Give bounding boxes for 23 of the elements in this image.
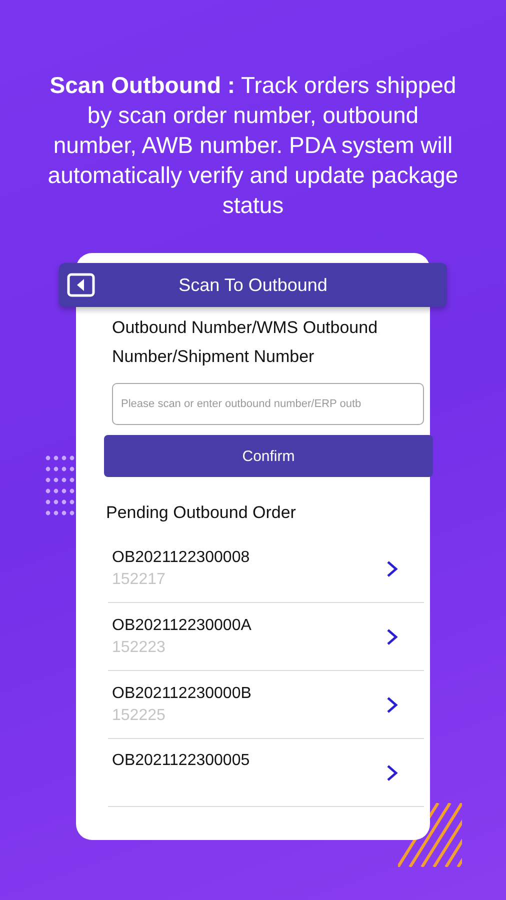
order-row[interactable]: OB2021122300005 xyxy=(108,739,424,807)
confirm-button[interactable]: Confirm xyxy=(104,435,433,477)
chevron-right-icon xyxy=(386,560,398,578)
back-icon[interactable] xyxy=(67,273,95,297)
caption-text: Scan Outbound : Track orders shipped by scan order number, outbound number, AWB number. PDA system will automatically verify and update package status xyxy=(46,71,460,220)
chevron-right-icon xyxy=(386,696,398,714)
chevron-right-icon xyxy=(386,628,398,646)
chevron-right-icon xyxy=(386,764,398,782)
order-number: OB202112230000A xyxy=(112,616,252,634)
screen-title: Scan To Outbound xyxy=(178,274,328,296)
order-row[interactable]: OB202112230000A 152223 xyxy=(108,603,424,671)
field-label: Outbound Number/WMS Outbound Number/Shipment Number xyxy=(111,317,379,368)
order-code: 152217 xyxy=(112,570,166,588)
stripes-decoration xyxy=(398,803,462,867)
order-number: OB202112230000B xyxy=(112,684,252,702)
section-title: Pending Outbound Order xyxy=(106,503,297,523)
outbound-number-field[interactable]: Please scan or enter outbound number/ERP outb xyxy=(112,383,424,425)
order-number: OB2021122300005 xyxy=(112,752,251,770)
order-code: 152223 xyxy=(112,638,166,656)
order-code: 152225 xyxy=(112,706,166,724)
order-number: OB2021122300008 xyxy=(112,548,251,566)
order-row[interactable]: OB2021122300008 152217 xyxy=(108,535,424,603)
order-row[interactable]: OB202112230000B 152225 xyxy=(108,671,424,739)
